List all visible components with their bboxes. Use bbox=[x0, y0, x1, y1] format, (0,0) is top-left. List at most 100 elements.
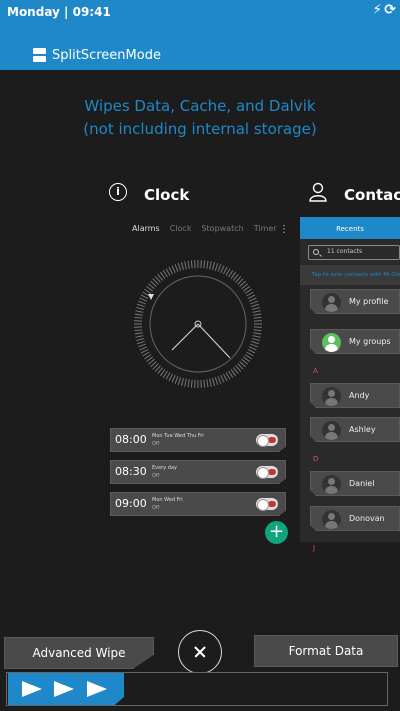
dial-tick bbox=[247, 294, 256, 300]
dial-tick bbox=[165, 268, 171, 276]
person-icon[interactable] bbox=[309, 182, 327, 202]
alarm-row[interactable]: 08:00 Mon Tue Wed Thu Fri Off bbox=[110, 428, 286, 452]
dial-tick bbox=[138, 343, 146, 348]
alarm-days: Mon Wed Fri bbox=[152, 497, 183, 503]
tab-timer[interactable]: Timer bbox=[254, 224, 277, 233]
flash-icon: ⚡ bbox=[372, 2, 383, 18]
section-letter: D bbox=[313, 455, 319, 463]
dial-tick bbox=[228, 370, 234, 378]
dial-tick bbox=[171, 374, 176, 383]
dial-tick bbox=[142, 351, 150, 357]
alarm-time: 08:00 bbox=[115, 433, 147, 446]
dial-tick bbox=[222, 266, 228, 275]
info-icon[interactable]: i bbox=[109, 183, 127, 201]
dial-tick bbox=[136, 303, 145, 308]
dial-tick bbox=[140, 294, 149, 300]
avatar bbox=[322, 387, 341, 406]
advanced-wipe-button[interactable]: Advanced Wipe bbox=[4, 637, 154, 669]
search-icon bbox=[313, 249, 319, 255]
alarm-marker bbox=[148, 294, 154, 300]
dial-tick bbox=[174, 376, 179, 384]
contact-name: My groups bbox=[349, 337, 391, 346]
dial-tick bbox=[220, 374, 225, 383]
alarm-time: 09:00 bbox=[115, 497, 147, 510]
contact-my-groups[interactable]: My groups bbox=[310, 329, 400, 354]
alarm-toggle[interactable] bbox=[256, 466, 278, 479]
alarm-state: Off bbox=[152, 441, 160, 447]
section-letter: J bbox=[313, 544, 316, 552]
alarm-toggle[interactable] bbox=[256, 434, 278, 447]
contact-ashley[interactable]: Ashley bbox=[310, 417, 400, 442]
tab-alarms[interactable]: Alarms bbox=[132, 224, 160, 233]
dial-tick bbox=[244, 354, 252, 360]
dial-tick bbox=[214, 377, 219, 386]
clock-dial bbox=[134, 260, 262, 388]
alarm-row[interactable]: 09:00 Mon Wed Fri Off bbox=[110, 492, 286, 516]
avatar bbox=[322, 421, 341, 440]
dial-tick bbox=[136, 306, 145, 310]
dial-tick bbox=[251, 338, 260, 342]
dial-tick bbox=[190, 260, 193, 269]
warning-line-2: (not including internal storage) bbox=[83, 120, 317, 138]
sync-banner[interactable]: Tap to sync contacts with Mi Cloud bbox=[300, 265, 400, 285]
contact-name: My profile bbox=[349, 297, 389, 306]
contact-name: Andy bbox=[349, 391, 370, 400]
sync-icon: ⟳ bbox=[384, 2, 396, 18]
avatar bbox=[322, 510, 341, 529]
dial-tick bbox=[225, 372, 231, 380]
contacts-search-input[interactable]: 11 contacts bbox=[308, 245, 400, 260]
dial-tick bbox=[252, 310, 261, 313]
avatar bbox=[322, 293, 341, 312]
alarm-time: 08:30 bbox=[115, 465, 147, 478]
add-alarm-button[interactable]: + bbox=[265, 521, 288, 544]
dial-tick bbox=[134, 329, 143, 332]
format-data-button[interactable]: Format Data bbox=[254, 635, 398, 667]
dial-tick bbox=[209, 261, 212, 270]
swipe-arrow-icon bbox=[87, 681, 107, 697]
dial-tick bbox=[135, 335, 144, 338]
contact-andy[interactable]: Andy bbox=[310, 383, 400, 408]
dial-tick bbox=[214, 262, 219, 271]
dial-tick bbox=[177, 377, 182, 386]
dial-tick bbox=[190, 379, 193, 388]
alarm-toggle[interactable] bbox=[256, 498, 278, 511]
avatar bbox=[322, 475, 341, 494]
dial-tick bbox=[180, 262, 184, 271]
dial-tick bbox=[253, 316, 262, 319]
dial-tick bbox=[217, 376, 222, 384]
title-bar: SplitScreenMode bbox=[0, 24, 400, 70]
clock-tabs: Alarms Clock Stopwatch Timer bbox=[132, 224, 277, 233]
dial-tick bbox=[187, 260, 190, 269]
dial-tick bbox=[134, 313, 143, 316]
contact-daniel[interactable]: Daniel bbox=[310, 471, 400, 496]
dial-tick bbox=[222, 373, 228, 382]
hour-hand bbox=[171, 323, 199, 351]
contact-my-profile[interactable]: My profile bbox=[310, 289, 400, 314]
dial-tick bbox=[139, 297, 148, 302]
contact-donovan[interactable]: Donovan bbox=[310, 506, 400, 531]
screen: Monday | 09:41 ⚡ ⟳ SplitScreenMode Wipes… bbox=[0, 0, 400, 711]
dial-tick bbox=[134, 316, 143, 319]
dial-tick bbox=[162, 370, 168, 378]
clock-title: Clock bbox=[144, 186, 190, 204]
dial-tick bbox=[136, 340, 145, 345]
dial-tick bbox=[228, 270, 234, 278]
dial-tick bbox=[168, 373, 174, 382]
dial-tick bbox=[250, 343, 258, 348]
status-bar: Monday | 09:41 ⚡ ⟳ bbox=[0, 0, 400, 24]
dial-tick bbox=[206, 379, 209, 388]
alarm-row[interactable]: 08:30 Every day Off bbox=[110, 460, 286, 484]
tab-recents[interactable]: Recents bbox=[300, 217, 400, 239]
close-icon[interactable] bbox=[178, 630, 222, 674]
dial-tick bbox=[248, 346, 257, 351]
dial-tick bbox=[203, 379, 206, 388]
dial-tick bbox=[139, 346, 148, 351]
dial-tick bbox=[253, 313, 262, 316]
dial-tick bbox=[247, 348, 256, 354]
tab-clock[interactable]: Clock bbox=[170, 224, 192, 233]
dial-tick bbox=[168, 266, 174, 275]
dial-tick bbox=[212, 377, 216, 386]
dial-tick bbox=[252, 335, 261, 338]
more-options-icon[interactable]: ⋮ bbox=[279, 224, 289, 235]
tab-stopwatch[interactable]: Stopwatch bbox=[201, 224, 243, 233]
